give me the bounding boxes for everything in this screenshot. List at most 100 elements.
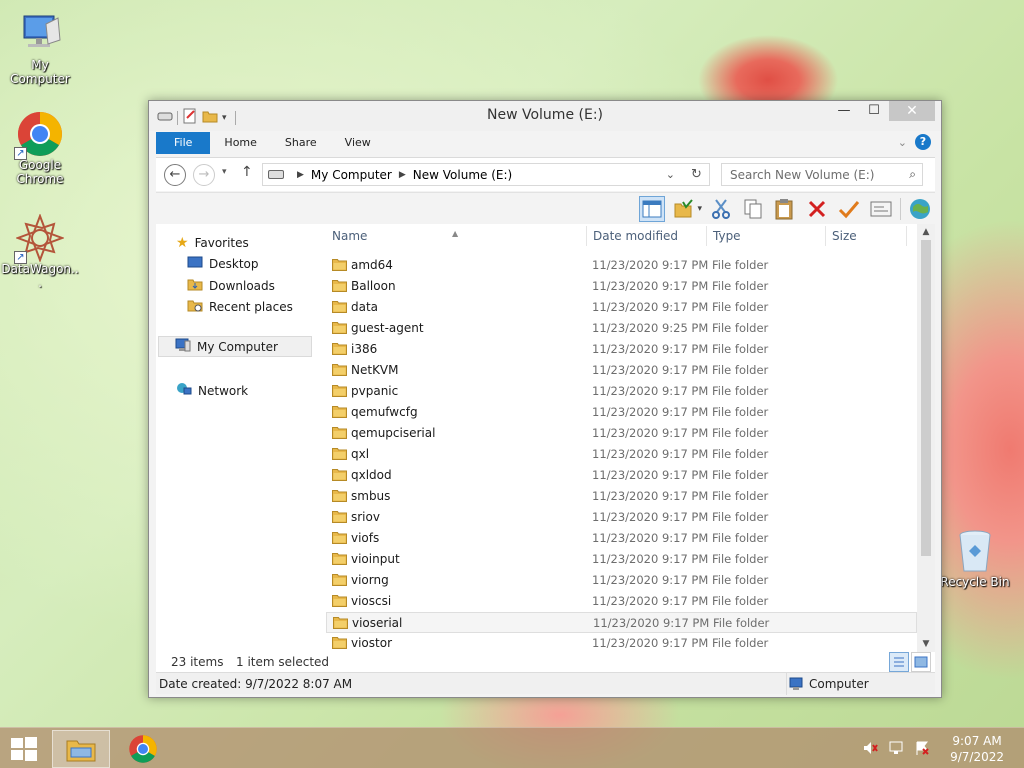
file-row[interactable]: amd64 11/23/2020 9:17 PM File folder xyxy=(326,255,917,276)
file-row[interactable]: viostor 11/23/2020 9:17 PM File folder xyxy=(326,633,917,654)
desktop-icon-label: DataWagon... xyxy=(1,262,79,290)
file-row[interactable]: qemupciserial 11/23/2020 9:17 PM File fold… xyxy=(326,423,917,444)
clock-time: 9:07 AM xyxy=(952,734,1002,748)
file-row[interactable]: viofs 11/23/2020 9:17 PM File folder xyxy=(326,528,917,549)
scroll-down-icon[interactable]: ▼ xyxy=(917,639,935,649)
details-view-button[interactable] xyxy=(889,652,909,672)
column-date-modified[interactable]: Date modified xyxy=(593,229,678,243)
expand-ribbon-icon[interactable]: ⌄ xyxy=(898,136,907,149)
file-row[interactable]: vioserial 11/23/2020 9:17 PM File folder xyxy=(326,612,917,633)
up-arrow-icon[interactable]: ↑ xyxy=(241,164,253,180)
help-icon[interactable]: ? xyxy=(915,134,931,150)
column-name[interactable]: Name xyxy=(332,229,367,243)
rename-icon[interactable] xyxy=(836,196,862,222)
nav-desktop[interactable]: Desktop xyxy=(187,256,259,271)
file-explorer-icon xyxy=(66,740,96,762)
paste-icon[interactable] xyxy=(772,196,798,222)
network-tray-icon[interactable] xyxy=(888,740,904,759)
file-row[interactable]: sriov 11/23/2020 9:17 PM File folder xyxy=(326,507,917,528)
back-button[interactable]: ← xyxy=(164,164,186,186)
file-row[interactable]: pvpanic 11/23/2020 9:17 PM File folder xyxy=(326,381,917,402)
start-button[interactable] xyxy=(10,736,38,762)
scroll-thumb[interactable] xyxy=(921,240,931,556)
action-center-icon[interactable] xyxy=(914,740,930,759)
taskbar-clock[interactable]: 9:07 AM 9/7/2022 xyxy=(950,733,1004,765)
file-type: File folder xyxy=(712,405,769,419)
file-row[interactable]: viorng 11/23/2020 9:17 PM File folder xyxy=(326,570,917,591)
file-name: qxldod xyxy=(351,468,392,482)
scroll-up-icon[interactable]: ▲ xyxy=(917,227,935,237)
drive-icon xyxy=(268,170,284,179)
file-type: File folder xyxy=(712,552,769,566)
file-type: File folder xyxy=(712,426,769,440)
file-row[interactable]: guest-agent 11/23/2020 9:25 PM File folder xyxy=(326,318,917,339)
folder-icon xyxy=(332,363,347,376)
desktop-icon-my-computer[interactable]: My Computer xyxy=(0,10,80,86)
tab-file[interactable]: File xyxy=(156,132,211,154)
close-button[interactable]: ✕ xyxy=(889,101,935,121)
nav-recent-places[interactable]: Recent places xyxy=(187,298,293,315)
details-bar: Date created: 9/7/2022 8:07 AM Computer xyxy=(156,672,935,695)
file-name: NetKVM xyxy=(351,363,399,377)
nav-favorites[interactable]: ★ Favorites xyxy=(176,235,249,251)
breadcrumb-my-computer[interactable]: My Computer xyxy=(311,168,392,182)
file-row[interactable]: Balloon 11/23/2020 9:17 PM File folder xyxy=(326,276,917,297)
file-row[interactable]: i386 11/23/2020 9:17 PM File folder xyxy=(326,339,917,360)
column-type[interactable]: Type xyxy=(713,229,741,243)
minimize-button[interactable]: — xyxy=(829,101,859,121)
my-computer-icon xyxy=(175,338,191,355)
search-icon[interactable]: ⌕ xyxy=(909,167,916,182)
select-all-icon[interactable] xyxy=(671,196,697,222)
downloads-icon xyxy=(187,277,203,294)
desktop-icon-datawagon[interactable]: ↗ DataWagon... xyxy=(0,213,80,290)
ribbon-tabs: File Home Share View ⌄ ? xyxy=(156,132,935,154)
vertical-scrollbar[interactable]: ▲ ▼ xyxy=(917,224,935,652)
file-row[interactable]: data 11/23/2020 9:17 PM File folder xyxy=(326,297,917,318)
nav-downloads[interactable]: Downloads xyxy=(187,277,275,294)
column-size[interactable]: Size xyxy=(832,229,857,243)
file-name: sriov xyxy=(351,510,380,524)
volume-muted-icon[interactable] xyxy=(862,740,878,759)
file-row[interactable]: smbus 11/23/2020 9:17 PM File folder xyxy=(326,486,917,507)
file-row[interactable]: NetKVM 11/23/2020 9:17 PM File folder xyxy=(326,360,917,381)
file-date-modified: 11/23/2020 9:17 PM xyxy=(592,573,709,587)
address-bar[interactable]: ▶ My Computer ▶ New Volume (E:) ⌄ xyxy=(262,163,710,186)
tab-view[interactable]: View xyxy=(331,132,385,154)
desktop-icon-recycle-bin[interactable]: Recycle Bin xyxy=(935,527,1015,589)
item-count: 23 items xyxy=(171,655,224,669)
file-row[interactable]: vioinput 11/23/2020 9:17 PM File folder xyxy=(326,549,917,570)
shortcut-arrow-icon: ↗ xyxy=(14,251,27,264)
nav-my-computer[interactable]: My Computer xyxy=(158,336,312,357)
refresh-button[interactable]: ↻ xyxy=(684,163,710,186)
file-date-modified: 11/23/2020 9:17 PM xyxy=(592,489,709,503)
copy-icon[interactable] xyxy=(740,196,766,222)
breadcrumb-new-volume[interactable]: New Volume (E:) xyxy=(413,168,512,182)
folder-icon xyxy=(332,279,347,292)
taskbar-google-chrome[interactable] xyxy=(114,730,172,768)
taskbar-file-explorer[interactable] xyxy=(52,730,110,768)
file-type: File folder xyxy=(712,279,769,293)
globe-icon[interactable] xyxy=(907,196,933,222)
file-row[interactable]: qxldod 11/23/2020 9:17 PM File folder xyxy=(326,465,917,486)
forward-button[interactable]: → xyxy=(193,164,215,186)
cut-icon[interactable] xyxy=(708,196,734,222)
desktop-icon-google-chrome[interactable]: ↗ Google Chrome xyxy=(0,110,80,186)
recent-locations-chevron-icon[interactable]: ▾ xyxy=(222,167,227,177)
file-row[interactable]: vioscsi 11/23/2020 9:17 PM File folder xyxy=(326,591,917,612)
file-row[interactable]: qemufwcfg 11/23/2020 9:17 PM File folder xyxy=(326,402,917,423)
desktop-icon xyxy=(187,256,203,271)
address-dropdown-icon[interactable]: ⌄ xyxy=(666,168,675,181)
maximize-button[interactable]: ☐ xyxy=(859,101,889,121)
properties-pane-icon[interactable] xyxy=(868,196,894,222)
search-input[interactable]: Search New Volume (E:) ⌕ xyxy=(721,163,923,186)
folder-icon xyxy=(332,426,347,439)
preview-pane-icon[interactable] xyxy=(639,196,666,222)
large-icons-view-button[interactable] xyxy=(911,652,931,672)
chevron-down-icon[interactable]: ▾ xyxy=(697,204,702,214)
tab-share[interactable]: Share xyxy=(271,132,331,154)
title-bar[interactable]: ▾ New Volume (E:) — ☐ ✕ xyxy=(149,101,941,131)
delete-icon[interactable] xyxy=(804,196,830,222)
file-row[interactable]: qxl 11/23/2020 9:17 PM File folder xyxy=(326,444,917,465)
tab-home[interactable]: Home xyxy=(210,132,270,154)
nav-network[interactable]: Network xyxy=(176,382,248,399)
